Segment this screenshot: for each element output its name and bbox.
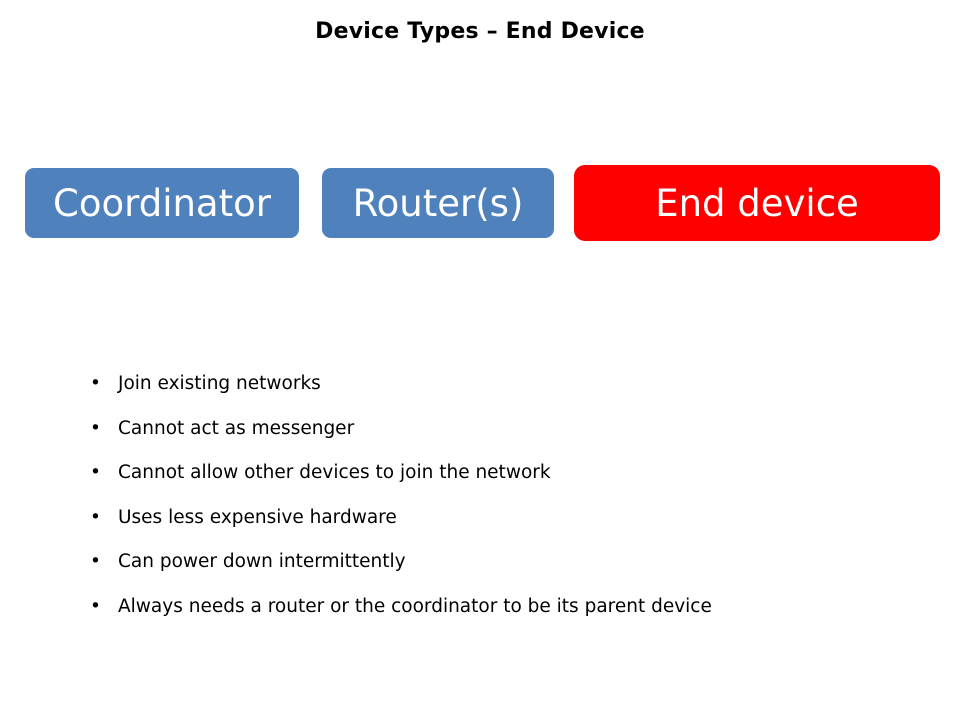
bullet-icon: • [90, 417, 101, 439]
bullet-icon: • [90, 506, 101, 528]
slide-canvas: Device Types – End Device Coordinator Ro… [0, 0, 960, 720]
bullet-icon: • [90, 595, 101, 617]
device-box-coordinator-label: Coordinator [53, 181, 271, 225]
list-item: • Cannot act as messenger [86, 407, 946, 452]
device-box-end-device[interactable]: End device [574, 165, 940, 241]
device-type-row: Coordinator Router(s) End device [0, 160, 960, 250]
list-item-label: Always needs a router or the coordinator… [118, 595, 712, 617]
bullet-icon: • [90, 551, 101, 572]
list-item: • Can power down intermittently [86, 540, 946, 585]
list-item-label: Cannot allow other devices to join the n… [118, 462, 551, 483]
device-box-router[interactable]: Router(s) [322, 168, 554, 238]
page-title: Device Types – End Device [315, 19, 645, 44]
list-item-label: Join existing networks [118, 373, 321, 394]
list-item-label: Can power down intermittently [118, 551, 406, 572]
list-item-label: Cannot act as messenger [118, 417, 355, 439]
list-item-label: Uses less expensive hardware [118, 506, 397, 528]
bullet-icon: • [90, 373, 101, 394]
device-box-end-device-label: End device [655, 181, 859, 225]
list-item: • Always needs a router or the coordinat… [86, 585, 946, 630]
end-device-feature-list: • Join existing networks • Cannot act as… [86, 362, 946, 629]
list-item: • Cannot allow other devices to join the… [86, 451, 946, 496]
list-item: • Join existing networks [86, 362, 946, 407]
device-box-coordinator[interactable]: Coordinator [25, 168, 299, 238]
device-box-router-label: Router(s) [352, 181, 524, 225]
list-item: • Uses less expensive hardware [86, 496, 946, 541]
bullet-icon: • [90, 462, 101, 483]
